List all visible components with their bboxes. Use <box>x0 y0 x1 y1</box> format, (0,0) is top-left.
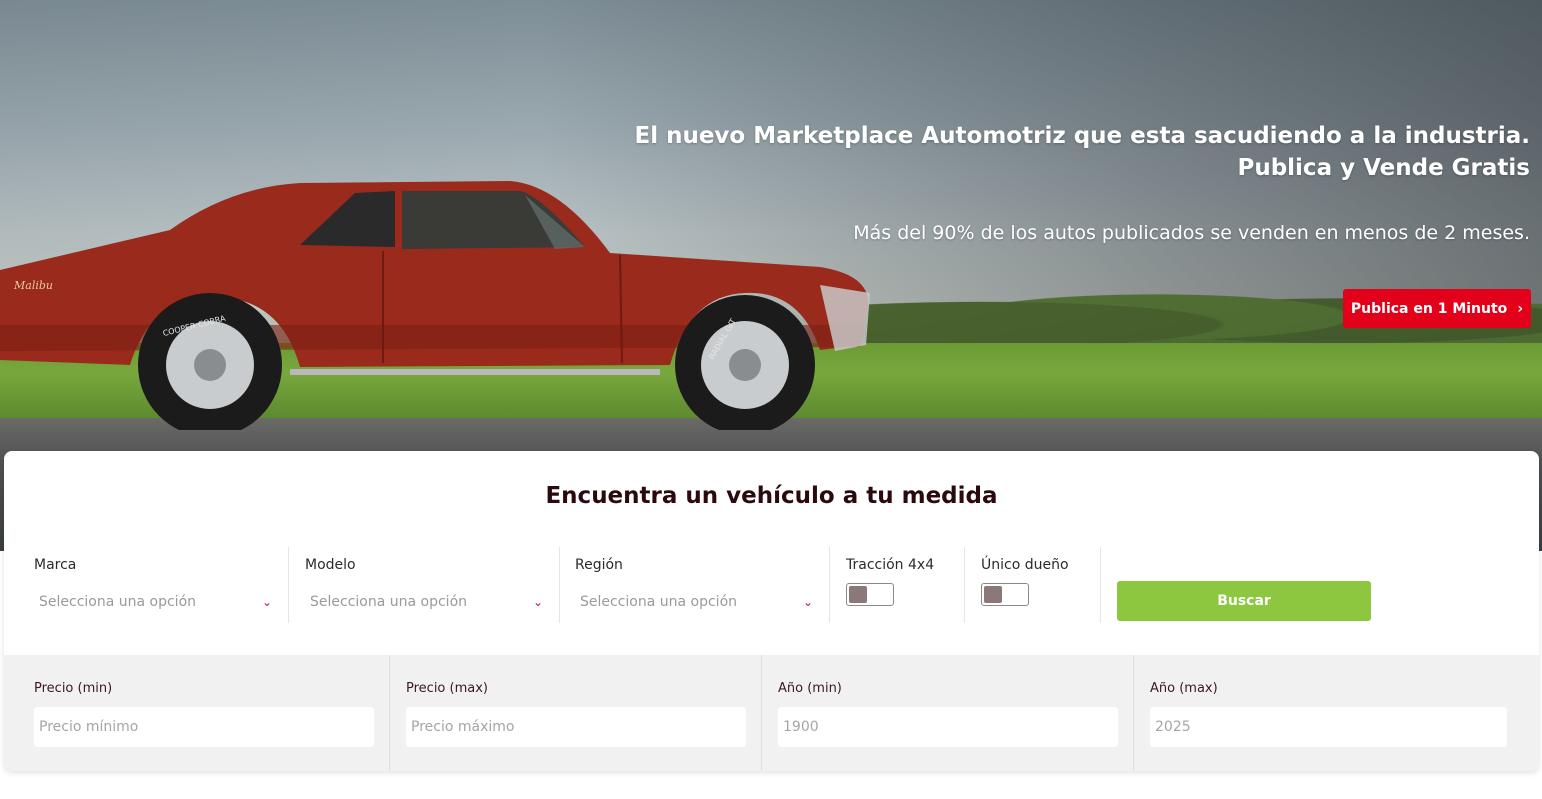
filter-modelo: Modelo Selecciona una opción ⌄ <box>289 547 560 623</box>
hero-subtitle: Más del 90% de los autos publicados se v… <box>853 222 1530 244</box>
anio-min-input[interactable] <box>778 707 1118 747</box>
chevron-down-icon: ⌄ <box>532 595 543 609</box>
unico-dueno-toggle[interactable] <box>981 583 1029 606</box>
precio-max-label: Precio (max) <box>406 681 488 696</box>
modelo-select-value: Selecciona una opción <box>310 594 468 610</box>
modelo-label: Modelo <box>305 557 356 573</box>
car-badge: Malibu <box>13 279 53 292</box>
chevron-down-icon: ⌄ <box>802 595 813 609</box>
hero-title: El nuevo Marketplace Automotriz que esta… <box>630 120 1530 184</box>
search-card: Encuentra un vehículo a tu medida Marca … <box>4 451 1539 771</box>
modelo-select[interactable]: Selecciona una opción ⌄ <box>305 587 547 617</box>
filter-anio-min: Año (min) <box>762 655 1134 771</box>
filter-marca: Marca Selecciona una opción ⌄ <box>4 547 289 623</box>
traccion-toggle[interactable] <box>846 583 894 606</box>
hero-text-block: El nuevo Marketplace Automotriz que esta… <box>630 120 1530 246</box>
chevron-right-icon: › <box>1517 300 1524 317</box>
marca-label: Marca <box>34 557 77 573</box>
traccion-label: Tracción 4x4 <box>846 557 935 573</box>
marca-select[interactable]: Selecciona una opción ⌄ <box>34 587 276 617</box>
filter-anio-max: Año (max) <box>1134 655 1539 771</box>
search-title: Encuentra un vehículo a tu medida <box>545 483 998 509</box>
filter-region: Región Selecciona una opción ⌄ <box>560 547 830 623</box>
publish-button-label: Publica en 1 Minuto <box>1350 300 1508 317</box>
chevron-down-icon: ⌄ <box>261 595 272 609</box>
region-select-value: Selecciona una opción <box>580 594 738 610</box>
hero-title-line1: El nuevo Marketplace Automotriz que esta… <box>634 123 1530 149</box>
hero-title-line2: Publica y Vende Gratis <box>1237 155 1530 181</box>
region-select[interactable]: Selecciona una opción ⌄ <box>575 587 817 617</box>
marca-select-value: Selecciona una opción <box>39 594 197 610</box>
precio-min-label: Precio (min) <box>34 681 113 696</box>
filter-precio-min: Precio (min) <box>4 655 390 771</box>
precio-min-input[interactable] <box>34 707 374 747</box>
unico-dueno-toggle-knob <box>984 586 1002 603</box>
search-button[interactable]: Buscar <box>1117 581 1371 621</box>
region-label: Región <box>575 557 623 573</box>
filter-traccion: Tracción 4x4 <box>830 547 965 623</box>
unico-dueno-label: Único dueño <box>981 557 1069 573</box>
anio-max-label: Año (max) <box>1150 681 1218 696</box>
anio-min-label: Año (min) <box>778 681 842 696</box>
traccion-toggle-knob <box>849 586 867 603</box>
precio-max-input[interactable] <box>406 707 746 747</box>
publish-button[interactable]: Publica en 1 Minuto › <box>1343 289 1531 328</box>
filter-unico-dueno: Único dueño <box>965 547 1101 623</box>
filter-precio-max: Precio (max) <box>390 655 762 771</box>
anio-max-input[interactable] <box>1150 707 1507 747</box>
price-year-row: Precio (min) Precio (max) Año (min) Año … <box>4 655 1539 771</box>
